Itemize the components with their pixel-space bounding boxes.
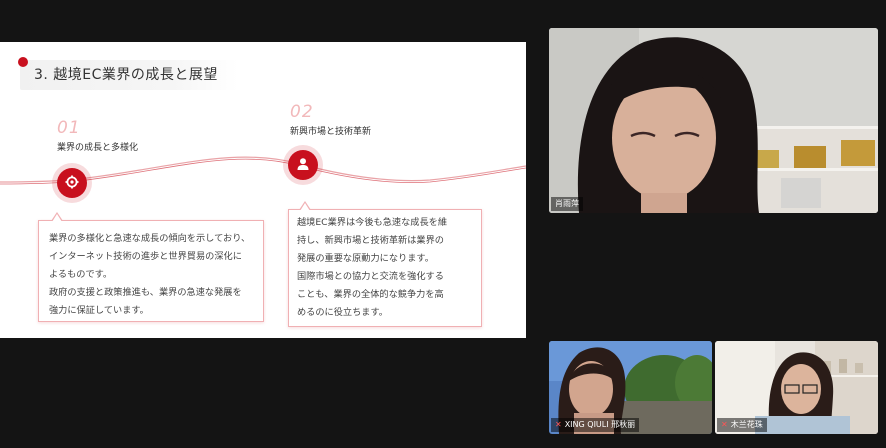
participant-name-tag: ✕ XING QIULI 邢秋丽: [551, 418, 640, 432]
point-number-02: 02: [290, 102, 314, 122]
shared-slide: 3. 越境EC業界の成長と展望 01 業界の成長と多様化 業界の多様化と急速な成…: [0, 42, 526, 338]
muted-mic-icon: ✕: [721, 420, 728, 429]
participant-name-tag: ✕ 木兰花珠: [717, 418, 767, 432]
video-tile-participant-2[interactable]: ✕ XING QIULI 邢秋丽: [549, 341, 712, 434]
point-line: 発展の重要な原動力になります。: [297, 253, 434, 264]
person-icon: [296, 156, 310, 175]
participant-name: XING QIULI 邢秋丽: [564, 420, 636, 429]
point-node-02: [288, 150, 318, 180]
participant-name-tag: 肖雨萍: [551, 197, 583, 211]
muted-mic-icon: ✕: [555, 420, 562, 429]
point-heading-01: 業界の成長と多様化: [57, 143, 139, 153]
point-line: 越境EC業界は今後も急速な成長を維: [297, 217, 448, 228]
point-heading-02: 新興市場と技術革新: [290, 127, 372, 137]
point-line: 持し、新興市場と技術革新は業界の: [297, 235, 444, 246]
point-node-01: [57, 168, 87, 198]
point-line: めるのに役立ちます。: [297, 307, 388, 318]
point-line: 国際市場との協力と交流を強化する: [297, 271, 444, 282]
point-card-01: 業界の多様化と急速な成長の傾向を示しており、 インターネット技術の進歩と世界貿易…: [38, 212, 264, 322]
participant-name: 木兰花珠: [730, 420, 763, 429]
point-line: 業界の多様化と急速な成長の傾向を示しており、: [49, 233, 251, 244]
point-number-01: 01: [57, 118, 81, 138]
participant-name: 肖雨萍: [555, 199, 579, 208]
point-card-02: 越境EC業界は今後も急速な成長を維 持し、新興市場と技術革新は業界の 発展の重要…: [288, 201, 482, 327]
point-line: インターネット技術の進歩と世界貿易の深化に: [49, 251, 242, 262]
video-tile-participant-1[interactable]: 肖雨萍: [549, 28, 878, 213]
point-line: ことも、業界の全体的な競争力を高: [297, 289, 444, 300]
point-line: よるものです。: [49, 269, 113, 280]
point-line: 強力に保証しています。: [49, 305, 149, 316]
participant-video: [549, 28, 878, 213]
gear-icon: [65, 174, 79, 193]
point-line: 政府の支援と政策推進も、業界の急速な発展を: [49, 287, 242, 298]
video-tile-participant-3[interactable]: ✕ 木兰花珠: [715, 341, 878, 434]
